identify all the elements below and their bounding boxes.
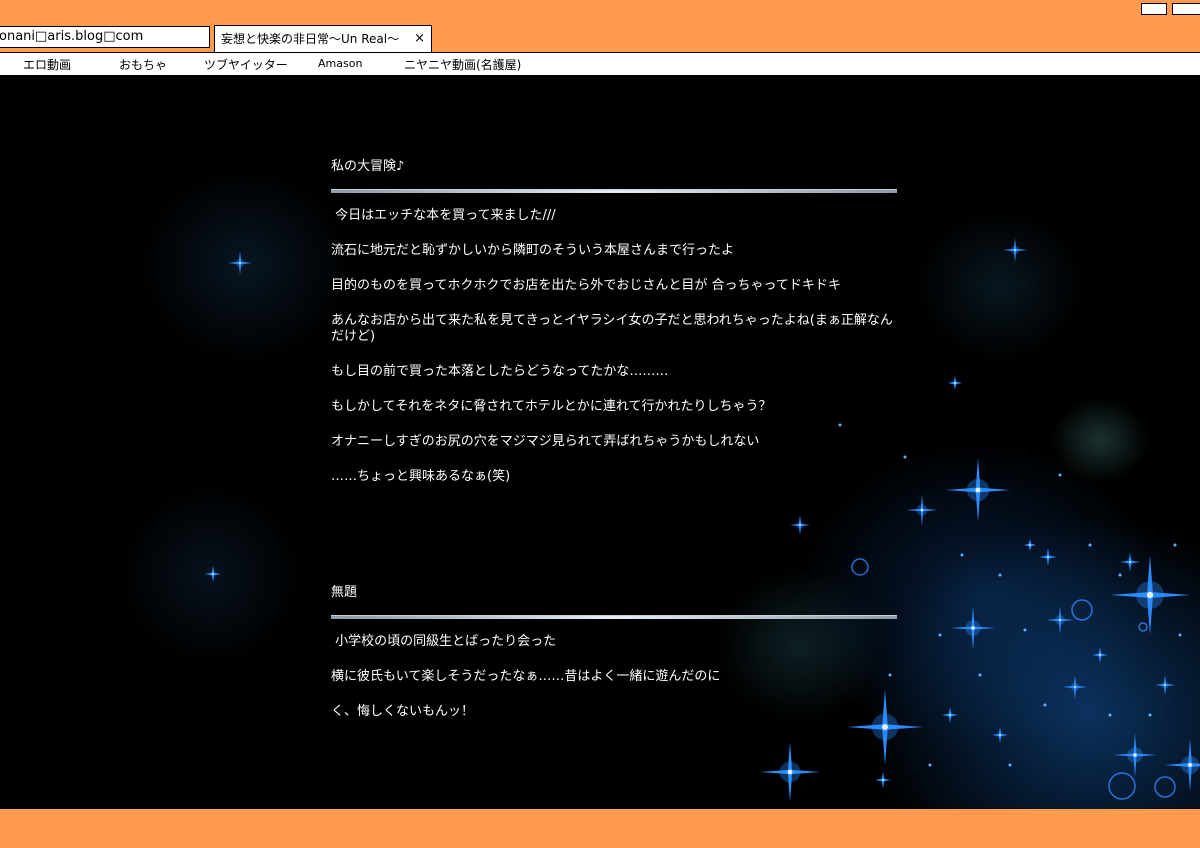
address-bar[interactable]: onani□aris.blog□com: [0, 26, 210, 48]
post-divider: [331, 615, 897, 619]
sparkle-star: [1110, 555, 1190, 635]
post-line: 今日はエッチな本を買って来ました///: [331, 208, 556, 223]
sparkle-star: [1024, 539, 1036, 551]
sparkle-ring: [1108, 772, 1136, 800]
sparkle-star: [760, 742, 820, 802]
post-title: 無題: [331, 585, 358, 600]
sparkle-dot: [998, 573, 1002, 577]
sparkle-star: [1164, 739, 1200, 791]
post-line: ……ちょっと興味あるなぁ(笑): [331, 469, 511, 484]
sparkle-ring: [1154, 776, 1176, 798]
sparkle-star: [1120, 552, 1140, 572]
sparkle-ring: [1138, 622, 1148, 632]
post-line: く、悔しくないもんッ！: [331, 704, 475, 719]
browser-window: onani□aris.blog□com 妄想と快楽の非日常〜Un Real〜 ×…: [0, 0, 1200, 848]
sparkle-star: [1046, 606, 1074, 634]
sparkle-star: [992, 727, 1008, 743]
sparkle-ring: [1071, 599, 1093, 621]
sparkle-star: [1003, 238, 1027, 262]
tab-title: 妄想と快楽の非日常〜Un Real〜: [221, 32, 400, 46]
post-line: もしかしてそれをネタに脅されてホテルとかに連れて行かれたりしちゃう？: [331, 399, 772, 414]
sparkle-dot: [928, 763, 932, 767]
sparkle-star: [1063, 675, 1087, 699]
sparkle-dot: [1178, 633, 1182, 637]
sparkle-dot: [978, 673, 982, 677]
sparkle-star: [906, 494, 938, 526]
post-line: もし目の前で買った本落としたらどうなってたかな………: [331, 364, 669, 379]
minimize-button[interactable]: [1141, 3, 1167, 15]
sparkle-star: [1039, 548, 1057, 566]
post-divider: [331, 189, 897, 193]
sparkle-dot: [1173, 543, 1177, 547]
tab-active[interactable]: 妄想と快楽の非日常〜Un Real〜 ×: [214, 25, 432, 52]
sparkle-dot: [903, 455, 907, 459]
sparkle-dot: [938, 633, 942, 637]
sparkle-dot: [838, 423, 842, 427]
sparkle-star: [1113, 733, 1157, 777]
maximize-button[interactable]: [1172, 3, 1200, 15]
blog-post: 無題 小学校の頃の同級生とばったり会った 横に彼氏もいて楽しそうだったなぁ……昔…: [331, 584, 897, 719]
sparkle-star: [951, 606, 995, 650]
post-line: 流石に地元だと恥ずかしいから隣町のそういう本屋さんまで行ったよ: [331, 243, 735, 258]
sparkle-star: [875, 772, 891, 788]
bookmarks-bar: エロ動画 おもちゃ ツブヤイッター Amason ニヤニヤ動画(名護屋): [0, 52, 1200, 75]
bookmark-amason[interactable]: Amason: [318, 57, 362, 70]
sparkle-star: [948, 376, 962, 390]
tab-close-button[interactable]: ×: [414, 26, 425, 52]
bookmark-tsubuyaitter[interactable]: ツブヤイッター: [204, 56, 288, 73]
sparkle-dot: [1058, 473, 1062, 477]
post-line: 横に彼氏もいて楽しそうだったなぁ……昔はよく一緒に遊んだのに: [331, 669, 721, 684]
sparkle-dot: [1148, 713, 1152, 717]
sparkle-dot: [1008, 763, 1012, 767]
address-text: onani□aris.blog□com: [0, 29, 144, 44]
sparkle-star: [946, 458, 1010, 522]
sparkle-dot: [1023, 628, 1027, 632]
sparkle-star: [847, 689, 923, 765]
sparkle-star: [205, 566, 221, 582]
sparkle-dot: [1118, 573, 1122, 577]
sparkle-ring: [851, 558, 869, 576]
bookmark-niyaniya-douga[interactable]: ニヤニヤ動画(名護屋): [404, 56, 521, 73]
sparkle-star: [1155, 675, 1175, 695]
bookmark-omocha[interactable]: おもちゃ: [119, 56, 167, 73]
sparkle-star: [228, 251, 252, 275]
post-line: 小学校の頃の同級生とばったり会った: [331, 634, 557, 649]
sparkle-dot: [1088, 543, 1092, 547]
post-title: 私の大冒険♪: [331, 159, 405, 174]
sparkle-dot: [1108, 713, 1112, 717]
sparkle-star: [790, 515, 810, 535]
post-line: オナニーしすぎのお尻の穴をマジマジ見られて弄ばれちゃうかもしれない: [331, 434, 760, 449]
sparkle-star: [942, 707, 958, 723]
sparkle-star: [1092, 647, 1108, 663]
post-line: あんなお店から出て来た私を見てきっとイヤラシイ女の子だと思われちゃったよね(まぁ…: [331, 313, 893, 344]
post-line: 目的のものを買ってホクホクでお店を出たら外でおじさんと目が 合っちゃってドキドキ: [331, 278, 841, 293]
sparkle-dot: [1043, 703, 1047, 707]
sparkle-dot: [960, 553, 964, 557]
page-content[interactable]: 私の大冒険♪ 今日はエッチな本を買って来ました/// 流石に地元だと恥ずかしいか…: [0, 75, 1200, 809]
bookmark-ero-douga[interactable]: エロ動画: [23, 56, 71, 73]
blog-post: 私の大冒険♪ 今日はエッチな本を買って来ました/// 流石に地元だと恥ずかしいか…: [331, 158, 897, 484]
